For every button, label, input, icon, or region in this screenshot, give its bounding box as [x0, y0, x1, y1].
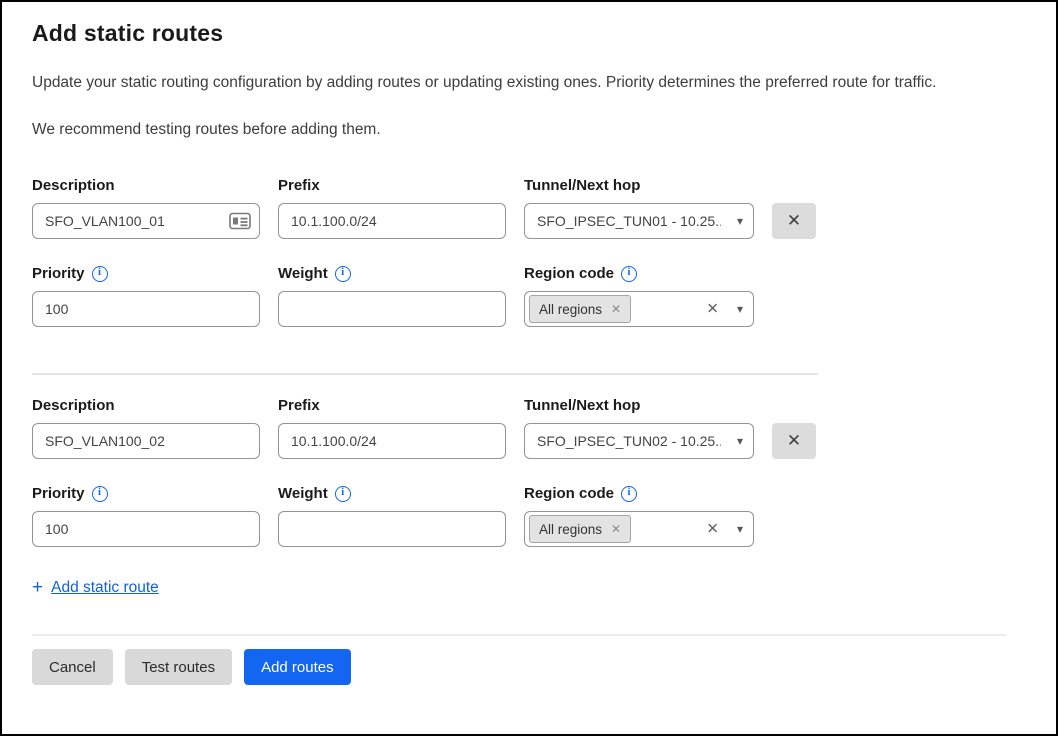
- page-title: Add static routes: [32, 20, 1028, 47]
- weight-label-text: Weight: [278, 485, 328, 502]
- dialog-content: Add static routes Update your static rou…: [2, 2, 1056, 685]
- dialog-note: We recommend testing routes before addin…: [32, 121, 1028, 139]
- info-icon[interactable]: i: [92, 266, 108, 282]
- route-2-prefix-input[interactable]: [278, 423, 506, 459]
- description-label: Description: [32, 177, 260, 194]
- route-1-priority-input[interactable]: [32, 291, 260, 327]
- region-chip-label: All regions: [539, 302, 602, 317]
- route-1-tunnel-select[interactable]: SFO_IPSEC_TUN01 - 10.25... ▾: [524, 203, 754, 239]
- chevron-down-icon[interactable]: ▾: [737, 435, 743, 447]
- add-static-route-link-label: Add static route: [51, 579, 159, 597]
- route-2-region-field: Region code i All regions ✕ ✕ ▾: [524, 485, 754, 547]
- route-1-prefix-input[interactable]: [278, 203, 506, 239]
- route-2-region-select[interactable]: All regions ✕ ✕ ▾: [524, 511, 754, 547]
- route-2-main-row: Description Prefix Tunnel/Next hop SFO_I…: [32, 397, 1028, 459]
- test-routes-button[interactable]: Test routes: [125, 649, 232, 685]
- route-2-weight-input[interactable]: [278, 511, 506, 547]
- region-label: Region code i: [524, 265, 754, 282]
- info-icon[interactable]: i: [335, 486, 351, 502]
- priority-label-text: Priority: [32, 485, 85, 502]
- tunnel-label: Tunnel/Next hop: [524, 397, 754, 414]
- region-label-text: Region code: [524, 485, 614, 502]
- weight-label: Weight i: [278, 265, 506, 282]
- footer-divider: [32, 634, 1006, 636]
- chevron-down-icon[interactable]: ▾: [737, 215, 743, 227]
- route-1-region-select[interactable]: All regions ✕ ✕ ▾: [524, 291, 754, 327]
- route-1-description-input[interactable]: [32, 203, 260, 239]
- region-chip: All regions ✕: [529, 295, 631, 323]
- chevron-down-icon[interactable]: ▾: [737, 523, 743, 535]
- chevron-down-icon[interactable]: ▾: [737, 303, 743, 315]
- route-2-priority-field: Priority i: [32, 485, 260, 547]
- footer-buttons: Cancel Test routes Add routes: [32, 649, 1028, 685]
- contact-card-icon: [229, 213, 251, 230]
- route-divider: [32, 373, 818, 375]
- route-1-tunnel-field: Tunnel/Next hop SFO_IPSEC_TUN01 - 10.25.…: [524, 177, 754, 239]
- route-1-priority-field: Priority i: [32, 265, 260, 327]
- tunnel-selected-value: SFO_IPSEC_TUN02 - 10.25...: [537, 433, 721, 449]
- route-2-prefix-field: Prefix: [278, 397, 506, 459]
- route-1-region-field: Region code i All regions ✕ ✕ ▾: [524, 265, 754, 327]
- weight-label: Weight i: [278, 485, 506, 502]
- route-1-main-row: Description Prefix: [32, 177, 1028, 239]
- tunnel-label: Tunnel/Next hop: [524, 177, 754, 194]
- dialog-description: Update your static routing configuration…: [32, 74, 1028, 92]
- prefix-label: Prefix: [278, 397, 506, 414]
- prefix-label: Prefix: [278, 177, 506, 194]
- priority-label: Priority i: [32, 485, 260, 502]
- add-static-routes-dialog: Add static routes Update your static rou…: [0, 0, 1058, 736]
- route-2-remove-button[interactable]: ✕: [772, 423, 816, 459]
- route-1-weight-field: Weight i: [278, 265, 506, 327]
- chip-remove-icon[interactable]: ✕: [611, 523, 621, 535]
- weight-label-text: Weight: [278, 265, 328, 282]
- add-static-route-link[interactable]: + Add static route: [32, 578, 159, 597]
- route-1-weight-input[interactable]: [278, 291, 506, 327]
- route-2-tunnel-select[interactable]: SFO_IPSEC_TUN02 - 10.25... ▾: [524, 423, 754, 459]
- region-chip-label: All regions: [539, 522, 602, 537]
- chip-remove-icon[interactable]: ✕: [611, 303, 621, 315]
- priority-label-text: Priority: [32, 265, 85, 282]
- add-routes-button[interactable]: Add routes: [244, 649, 351, 685]
- info-icon[interactable]: i: [92, 486, 108, 502]
- plus-icon: +: [32, 578, 43, 597]
- info-icon[interactable]: i: [621, 486, 637, 502]
- info-icon[interactable]: i: [335, 266, 351, 282]
- clear-icon[interactable]: ✕: [706, 302, 719, 317]
- route-2-weight-field: Weight i: [278, 485, 506, 547]
- description-label: Description: [32, 397, 260, 414]
- info-icon[interactable]: i: [621, 266, 637, 282]
- cancel-button[interactable]: Cancel: [32, 649, 113, 685]
- priority-label: Priority i: [32, 265, 260, 282]
- route-1-prefix-field: Prefix: [278, 177, 506, 239]
- route-1-remove-button[interactable]: ✕: [772, 203, 816, 239]
- clear-icon[interactable]: ✕: [706, 522, 719, 537]
- tunnel-selected-value: SFO_IPSEC_TUN01 - 10.25...: [537, 213, 721, 229]
- route-2-description-input[interactable]: [32, 423, 260, 459]
- region-label: Region code i: [524, 485, 754, 502]
- region-chip: All regions ✕: [529, 515, 631, 543]
- region-label-text: Region code: [524, 265, 614, 282]
- route-1-description-field: Description: [32, 177, 260, 239]
- route-2-priority-input[interactable]: [32, 511, 260, 547]
- route-1-secondary-row: Priority i Weight i Region code i: [32, 265, 1028, 327]
- route-2-secondary-row: Priority i Weight i Region code i: [32, 485, 1028, 547]
- route-2-description-field: Description: [32, 397, 260, 459]
- route-2-tunnel-field: Tunnel/Next hop SFO_IPSEC_TUN02 - 10.25.…: [524, 397, 754, 459]
